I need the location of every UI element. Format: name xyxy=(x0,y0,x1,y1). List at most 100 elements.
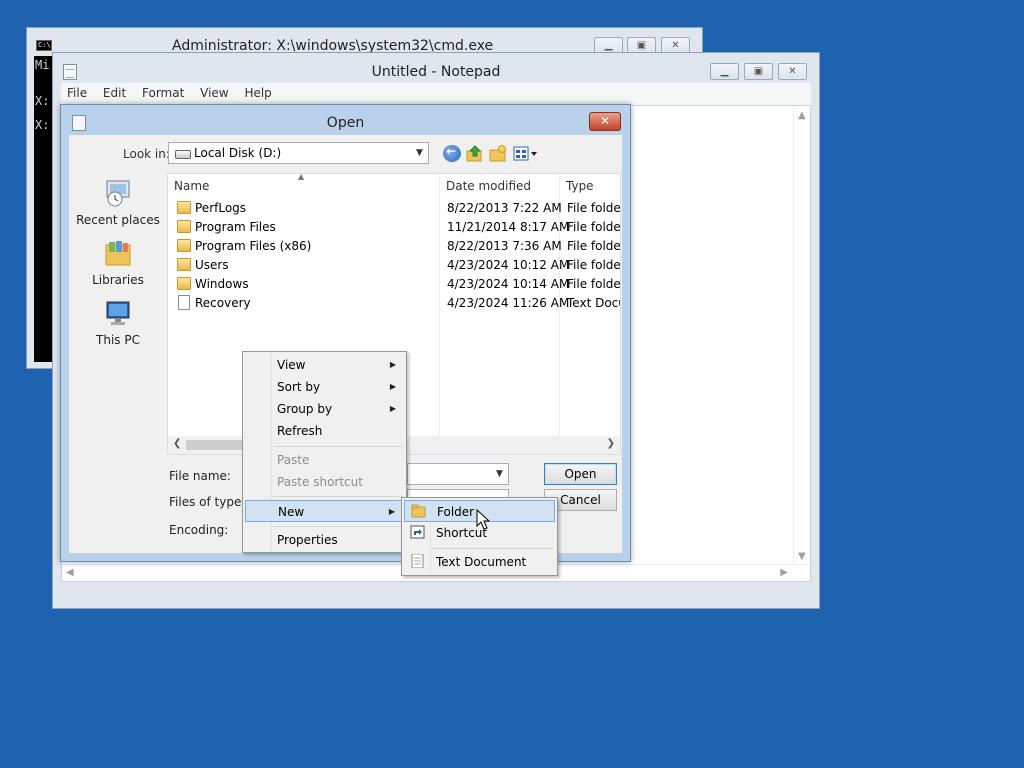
folder-icon xyxy=(177,201,191,214)
file-date: 8/22/2013 7:22 AM xyxy=(447,201,562,215)
encoding-label: Encoding: xyxy=(169,523,229,537)
file-name-input[interactable]: ▼ xyxy=(407,463,509,485)
file-row[interactable]: Windows 4/23/2024 10:14 AM File folder xyxy=(168,275,620,294)
place-libraries[interactable]: Libraries xyxy=(69,239,167,287)
maximize-icon: ▣ xyxy=(753,66,764,77)
dialog-close-button[interactable]: ✕ xyxy=(589,112,621,131)
column-label: Type xyxy=(566,179,594,193)
folder-icon xyxy=(177,239,191,252)
scroll-left-icon[interactable]: ❮ xyxy=(173,438,181,449)
menu-item-label: Refresh xyxy=(277,424,323,438)
close-icon: ✕ xyxy=(671,40,680,51)
sort-ascending-icon: ▲ xyxy=(298,173,305,181)
view-menu-button[interactable] xyxy=(513,145,539,162)
console-line: X: xyxy=(35,94,50,108)
file-row[interactable]: Recovery 4/23/2024 11:26 AM Text Docu xyxy=(168,294,620,313)
file-row[interactable]: Program Files (x86) 8/22/2013 7:36 AM Fi… xyxy=(168,237,620,256)
column-label: Date modified xyxy=(446,179,532,193)
menu-separator xyxy=(432,548,554,549)
files-of-type-label: Files of type: xyxy=(169,495,246,509)
menu-item-label: Folder xyxy=(437,505,475,519)
file-name: Windows xyxy=(195,277,249,291)
menu-item-view[interactable]: View ▶ xyxy=(245,354,404,376)
file-type: File folder xyxy=(567,239,621,253)
scroll-up-icon[interactable]: ▲ xyxy=(798,110,806,121)
folder-icon xyxy=(411,504,426,518)
text-document-icon xyxy=(410,553,425,569)
file-type: Text Docu xyxy=(567,296,621,310)
recent-places-icon xyxy=(103,179,133,209)
chevron-down-icon: ▼ xyxy=(496,469,503,479)
libraries-icon xyxy=(103,239,133,269)
scroll-left-icon[interactable]: ◀ xyxy=(66,567,74,578)
menu-item-new-text-document[interactable]: Text Document xyxy=(404,551,555,573)
file-type: File folder xyxy=(567,201,621,215)
menu-view[interactable]: View xyxy=(194,83,234,100)
file-date: 8/22/2013 7:36 AM xyxy=(447,239,562,253)
file-name: PerfLogs xyxy=(195,201,247,215)
cmd-app-icon: C:\. xyxy=(36,40,55,51)
file-name: Program Files (x86) xyxy=(195,239,312,253)
up-folder-icon xyxy=(466,145,482,162)
scroll-right-icon[interactable]: ▶ xyxy=(780,567,788,578)
open-button[interactable]: Open xyxy=(544,463,617,485)
column-header-date[interactable]: Date modified xyxy=(440,174,560,196)
notepad-menubar: File Edit Format View Help xyxy=(61,83,811,105)
notepad-minimize-button[interactable]: ▁ xyxy=(710,63,739,80)
menu-separator xyxy=(273,496,403,497)
submenu-arrow-icon: ▶ xyxy=(389,382,396,391)
file-row[interactable]: Program Files 11/21/2014 8:17 AM File fo… xyxy=(168,218,620,237)
menu-item-properties[interactable]: Properties xyxy=(245,529,404,551)
menu-item-group-by[interactable]: Group by ▶ xyxy=(245,398,404,420)
file-row[interactable]: PerfLogs 8/22/2013 7:22 AM File folder xyxy=(168,199,620,218)
file-name: Program Files xyxy=(195,220,276,234)
menu-item-refresh[interactable]: Refresh xyxy=(245,420,404,442)
dialog-title: Open xyxy=(326,115,365,131)
drive-icon xyxy=(175,150,191,159)
file-name-label: File name: xyxy=(169,469,231,483)
menu-item-label: Paste xyxy=(277,453,310,467)
place-recent-places[interactable]: Recent places xyxy=(69,179,167,227)
menu-file[interactable]: File xyxy=(61,83,93,100)
notepad-maximize-button[interactable]: ▣ xyxy=(744,63,773,80)
notepad-close-button[interactable]: ✕ xyxy=(778,63,807,80)
menu-item-new[interactable]: New ▶ xyxy=(245,500,404,522)
up-folder-button[interactable] xyxy=(466,145,484,162)
submenu-arrow-icon: ▶ xyxy=(389,360,396,369)
menu-item-label: Sort by xyxy=(277,380,321,394)
console-line: Mi xyxy=(35,58,50,72)
place-label: This PC xyxy=(96,333,140,347)
places-bar: Recent places Libraries This PC xyxy=(69,173,167,553)
place-this-pc[interactable]: This PC xyxy=(69,299,167,347)
scroll-down-icon[interactable]: ▼ xyxy=(798,551,806,562)
back-button[interactable] xyxy=(443,144,461,162)
minimize-icon: ▁ xyxy=(720,66,729,77)
notepad-title: Untitled - Notepad xyxy=(371,64,501,80)
menu-item-paste-shortcut: Paste shortcut xyxy=(245,471,404,493)
file-name: Recovery xyxy=(195,296,251,310)
place-label: Libraries xyxy=(92,273,144,287)
look-in-value: Local Disk (D:) xyxy=(194,146,282,160)
menu-item-label: Paste shortcut xyxy=(277,475,363,489)
file-date: 11/21/2014 8:17 AM xyxy=(447,220,570,234)
folder-icon xyxy=(177,277,191,290)
file-type: File folder xyxy=(567,277,621,291)
new-folder-button[interactable] xyxy=(489,145,507,162)
scroll-right-icon[interactable]: ❯ xyxy=(607,438,615,449)
maximize-icon: ▣ xyxy=(636,40,647,51)
file-date: 4/23/2024 10:12 AM xyxy=(447,258,570,272)
menu-help[interactable]: Help xyxy=(238,83,277,100)
minimize-icon: ▁ xyxy=(604,40,613,51)
menu-item-label: Group by xyxy=(277,402,333,416)
menu-format[interactable]: Format xyxy=(136,83,190,100)
column-header-name[interactable]: Name ▲ xyxy=(168,174,440,196)
look-in-dropdown[interactable]: Local Disk (D:) ▼ xyxy=(168,142,429,164)
menu-item-label: Properties xyxy=(277,533,338,547)
notepad-vertical-scrollbar[interactable]: ▲ ▼ xyxy=(793,106,810,564)
menu-item-sort-by[interactable]: Sort by ▶ xyxy=(245,376,404,398)
file-rows: PerfLogs 8/22/2013 7:22 AM File folder P… xyxy=(168,199,620,313)
menu-edit[interactable]: Edit xyxy=(97,83,132,100)
look-in-label: Look in: xyxy=(123,147,170,161)
column-header-type[interactable]: Type xyxy=(560,174,620,196)
file-row[interactable]: Users 4/23/2024 10:12 AM File folder xyxy=(168,256,620,275)
